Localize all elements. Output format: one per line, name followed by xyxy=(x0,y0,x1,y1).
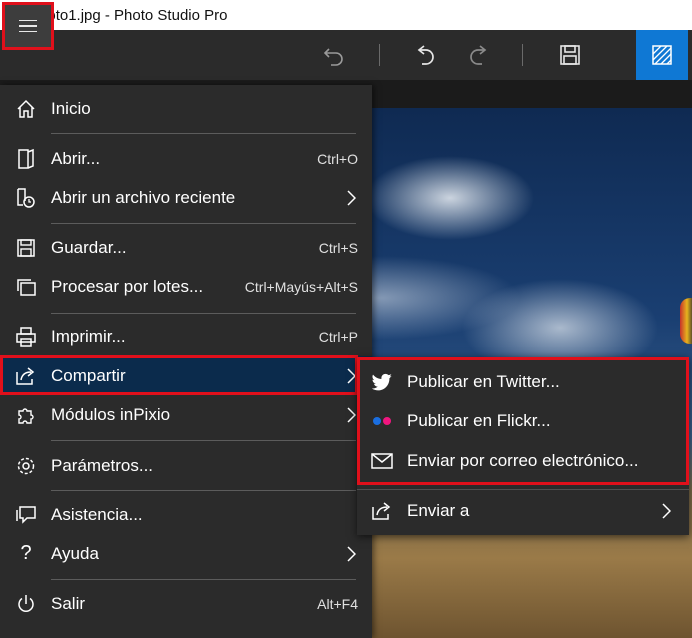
redo-icon xyxy=(470,45,487,65)
submenu-label: Publicar en Twitter... xyxy=(407,372,560,391)
menu-separator xyxy=(51,490,356,491)
menu-item-modulos[interactable]: Módulos inPixio xyxy=(0,395,372,434)
hot-air-balloon xyxy=(680,298,692,344)
menu-item-procesar-lotes[interactable]: Procesar por lotes... Ctrl+Mayús+Alt+S xyxy=(0,267,372,306)
menu-label: Módulos inPixio xyxy=(51,404,171,424)
menu-label: Imprimir... xyxy=(51,326,126,346)
undo-all-button[interactable] xyxy=(314,30,354,80)
main-menu: Inicio Abrir... Ctrl+O Abrir un archivo … xyxy=(0,85,372,638)
help-icon: ? xyxy=(20,542,32,564)
mail-icon xyxy=(371,450,393,472)
twitter-icon xyxy=(371,371,393,393)
save-icon xyxy=(560,45,580,65)
menu-label: Guardar... xyxy=(51,237,127,257)
recent-file-icon xyxy=(15,187,37,209)
chevron-right-icon xyxy=(347,189,356,206)
menu-shortcut: Alt+F4 xyxy=(317,595,358,612)
submenu-item-enviar-a[interactable]: Enviar a xyxy=(357,492,689,530)
menu-item-inicio[interactable]: Inicio xyxy=(0,89,372,128)
menu-shortcut: Ctrl+O xyxy=(317,150,358,167)
title-bar: Photo1.jpg - Photo Studio Pro xyxy=(0,0,692,30)
menu-shortcut: Ctrl+S xyxy=(318,239,358,256)
menu-separator xyxy=(51,440,356,441)
menu-item-guardar[interactable]: Guardar... Ctrl+S xyxy=(0,228,372,267)
menu-separator xyxy=(51,223,356,224)
flickr-icon xyxy=(371,410,393,432)
submenu-item-flickr[interactable]: Publicar en Flickr... xyxy=(357,402,689,440)
open-icon xyxy=(15,148,37,170)
batch-icon xyxy=(15,276,37,298)
menu-item-ayuda[interactable]: ? Ayuda xyxy=(0,534,372,573)
menu-label: Salir xyxy=(51,593,86,613)
menu-label: Abrir un archivo reciente xyxy=(51,187,236,207)
menu-label: Asistencia... xyxy=(51,504,143,524)
share-submenu: Publicar en Twitter... Publicar en Flick… xyxy=(357,357,689,535)
chevron-right-icon xyxy=(662,503,671,519)
submenu-label: Publicar en Flickr... xyxy=(407,411,551,430)
puzzle-icon xyxy=(15,404,37,426)
menu-item-asistencia[interactable]: Asistencia... xyxy=(0,495,372,534)
menu-item-salir[interactable]: Salir Alt+F4 xyxy=(0,584,372,623)
submenu-item-twitter[interactable]: Publicar en Twitter... xyxy=(357,363,689,401)
menu-shortcut: Ctrl+P xyxy=(318,328,358,345)
submenu-item-email[interactable]: Enviar por correo electrónico... xyxy=(357,442,689,480)
view-mode-button[interactable] xyxy=(636,30,688,80)
menu-item-imprimir[interactable]: Imprimir... Ctrl+P xyxy=(0,317,372,356)
save-toolbar-button[interactable] xyxy=(550,30,590,80)
menu-shortcut: Ctrl+Mayús+Alt+S xyxy=(244,278,358,295)
window-title: Photo1.jpg - Photo Studio Pro xyxy=(29,6,228,24)
view-mode-icon xyxy=(652,45,672,65)
menu-item-abrir[interactable]: Abrir... Ctrl+O xyxy=(0,139,372,178)
submenu-separator xyxy=(357,489,689,490)
main-menu-button[interactable] xyxy=(2,2,54,50)
chevron-right-icon xyxy=(347,367,356,384)
chevron-right-icon xyxy=(347,406,356,423)
menu-separator xyxy=(51,133,356,134)
menu-separator xyxy=(51,313,356,314)
menu-label: Abrir... xyxy=(51,148,101,168)
print-icon xyxy=(15,326,37,348)
toolbar xyxy=(0,30,692,80)
chevron-right-icon xyxy=(347,545,356,562)
share-icon xyxy=(15,365,37,387)
home-icon xyxy=(15,98,37,120)
menu-label: Ayuda xyxy=(51,543,99,563)
menu-label: Procesar por lotes... xyxy=(51,276,204,296)
settings-icon xyxy=(15,455,37,477)
toolbar-divider xyxy=(379,44,380,66)
undo-all-icon xyxy=(323,48,343,66)
hamburger-icon xyxy=(19,16,37,37)
undo-icon xyxy=(417,45,434,65)
menu-item-parametros[interactable]: Parámetros... xyxy=(0,446,372,485)
submenu-label: Enviar por correo electrónico... xyxy=(407,451,639,470)
menu-label: Compartir xyxy=(51,365,126,385)
redo-button[interactable] xyxy=(458,30,498,80)
undo-button[interactable] xyxy=(406,30,446,80)
submenu-label: Enviar a xyxy=(407,501,470,520)
menu-item-abrir-reciente[interactable]: Abrir un archivo reciente xyxy=(0,178,372,217)
menu-label: Parámetros... xyxy=(51,455,154,475)
save-icon xyxy=(15,237,37,259)
menu-item-compartir[interactable]: Compartir xyxy=(0,356,372,395)
toolbar-divider xyxy=(522,44,523,66)
menu-separator xyxy=(51,579,356,580)
send-to-icon xyxy=(371,500,393,522)
power-icon xyxy=(15,593,37,615)
chat-icon xyxy=(15,504,37,526)
menu-label: Inicio xyxy=(51,98,91,118)
